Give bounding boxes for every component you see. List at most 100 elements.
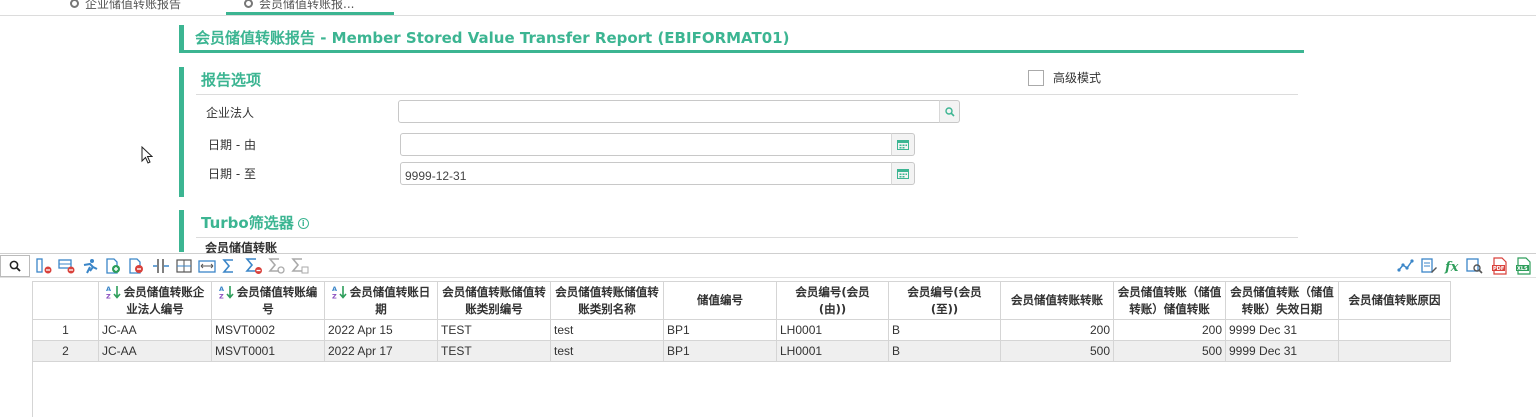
search-icon [9,260,21,272]
column-header-sv-amount[interactable]: 会员储值转账（储值转账）储值转账 [1113,281,1226,320]
page-title-bar: 会员储值转账报告 - Member Stored Value Transfer … [179,25,1304,53]
column-header-label: 会员编号(会员 (由)) [795,284,870,316]
column-header-amount[interactable]: 会员储值转账转账 [1000,281,1114,320]
cell-transfer-no[interactable]: MSVT0001 [211,340,325,362]
date-from-label: 日期 - 由 [208,138,256,152]
calendar-icon [897,140,909,150]
column-header-label: 会员储值转账转账 [1011,293,1103,307]
remove-sum-icon[interactable] [245,257,263,275]
export-excel-icon[interactable]: XLS [1515,257,1533,275]
column-header-date[interactable]: A Z 会员储值转账日期 [324,281,438,320]
info-icon[interactable]: i [297,218,309,229]
chart-icon[interactable] [1397,257,1415,275]
cell-member-from[interactable]: LH0001 [776,340,889,362]
advanced-mode-label: 高级模式 [1053,71,1102,85]
sort-az-icon[interactable]: AZ [219,285,235,299]
column-header-label: 会员编号(会员 (至)) [907,284,982,316]
cell-amount: 500 [1000,340,1114,362]
subtotal-icon[interactable] [268,257,286,275]
cell-reason [1338,340,1451,362]
legal-entity-label: 企业法人 [206,106,255,120]
date-from-input[interactable] [400,133,894,156]
column-header-type-code[interactable]: 会员储值转账储值转账类别编号 [437,281,551,320]
column-header-label: 会员储值转账原因 [1348,293,1441,307]
run-report-icon[interactable] [81,257,99,275]
freeze-column-icon[interactable] [175,257,193,275]
column-header-label: 会员储值转账（储值转账）储值转账 [1117,284,1222,316]
formula-icon[interactable]: fx [1444,257,1462,275]
active-tab-indicator [226,12,394,15]
column-header-member-from[interactable]: 会员编号(会员 (由)) [776,281,889,320]
cell-expiry: 9999 Dec 31 [1225,340,1339,362]
svg-text:Z: Z [106,293,111,300]
column-header-label: 会员储值转账日期 [349,284,431,316]
export-pdf-icon[interactable]: PDF [1491,257,1509,275]
sum-icon[interactable] [221,257,239,275]
legal-entity-input[interactable] [398,100,942,123]
column-header-type-name[interactable]: 会员储值转账储值转账类别名称 [550,281,664,320]
column-header-expiry[interactable]: 会员储值转账（储值转账）失效日期 [1225,281,1339,320]
tab-radio-icon [244,0,253,8]
date-to-label: 日期 - 至 [208,167,256,181]
date-from-calendar-button[interactable] [891,133,915,156]
cell-type-code[interactable]: TEST [437,319,551,341]
page-title: 会员储值转账报告 - Member Stored Value Transfer … [195,29,790,47]
column-header-sv-no[interactable]: 储值编号 [663,281,777,320]
legal-entity-search-button[interactable] [939,100,960,123]
cell-entity[interactable]: JC-AA [98,340,212,362]
turbo-filter-title-text: Turbo筛选器 [201,214,294,232]
table-row[interactable]: 1 JC-AA MSVT0002 2022 Apr 15 TEST test B… [32,319,1451,341]
cell-entity[interactable]: JC-AA [98,319,212,341]
cell-member-to[interactable]: B [888,319,1001,341]
section-divider [196,94,1298,95]
column-width-icon[interactable] [152,257,170,275]
column-header-member-to[interactable]: 会员编号(会员 (至)) [888,281,1001,320]
table-row[interactable]: 2 JC-AA MSVT0001 2022 Apr 17 TEST test B… [32,340,1451,362]
search-icon [944,106,955,117]
group-sum-icon[interactable] [291,257,309,275]
turbo-filter-section: Turbo筛选器 i 会员储值转账 [179,210,1298,255]
edit-report-icon[interactable] [1420,257,1438,275]
mouse-cursor-icon [141,146,153,164]
preview-icon[interactable] [1466,257,1484,275]
grid-search-button[interactable] [0,255,30,277]
column-header-label: 会员储值转账储值转账类别编号 [442,284,546,316]
advanced-mode-toggle[interactable]: 高级模式 [1028,69,1101,86]
cell-type-name: test [550,340,664,362]
cell-type-code[interactable]: TEST [437,340,551,362]
expand-columns-icon[interactable] [198,257,216,275]
cell-expiry: 9999 Dec 31 [1225,319,1339,341]
cell-sv-amount: 200 [1113,319,1226,341]
column-header-reason[interactable]: 会员储值转账原因 [1338,281,1451,320]
remove-row-icon[interactable] [58,257,76,275]
svg-text:Z: Z [332,293,337,300]
grid-header-row: A Z 会员储值转账企业法人编号 A Z 会员储值转账编号 A Z 会员储值转账日期 会员储… [32,281,1451,320]
top-tab-bar: 企业储值转账报告 会员储值转账报... [0,0,1536,16]
section-divider [196,237,1298,238]
tab-label: 企业储值转账报告 [85,0,182,11]
remove-page-icon[interactable] [127,257,145,275]
cell-sv-no[interactable]: BP1 [663,319,777,341]
row-number-header [32,281,99,320]
remove-column-icon[interactable] [35,257,53,275]
add-page-icon[interactable] [104,257,122,275]
advanced-mode-checkbox[interactable] [1028,69,1044,86]
cell-date: 2022 Apr 15 [324,319,438,341]
cell-sv-no[interactable]: BP1 [663,340,777,362]
cell-sv-amount: 500 [1113,340,1226,362]
column-header-entity[interactable]: A Z 会员储值转账企业法人编号 [98,281,212,320]
cell-transfer-no[interactable]: MSVT0002 [211,319,325,341]
date-to-input[interactable] [400,162,894,185]
sort-az-icon[interactable]: AZ [106,285,122,299]
row-number: 2 [32,340,99,362]
column-header-label: 会员储值转账企业法人编号 [123,284,205,316]
column-header-label: 储值编号 [697,293,743,307]
svg-text:fx: fx [1444,260,1459,275]
date-to-calendar-button[interactable] [891,162,915,185]
cell-member-to[interactable]: B [888,340,1001,362]
calendar-icon [897,169,909,179]
cell-member-from[interactable]: LH0001 [776,319,889,341]
sort-az-icon[interactable]: AZ [332,285,348,299]
column-header-transfer-no[interactable]: A Z 会员储值转账编号 [211,281,325,320]
tab-enterprise-transfer-report[interactable]: 企业储值转账报告 [70,0,181,15]
